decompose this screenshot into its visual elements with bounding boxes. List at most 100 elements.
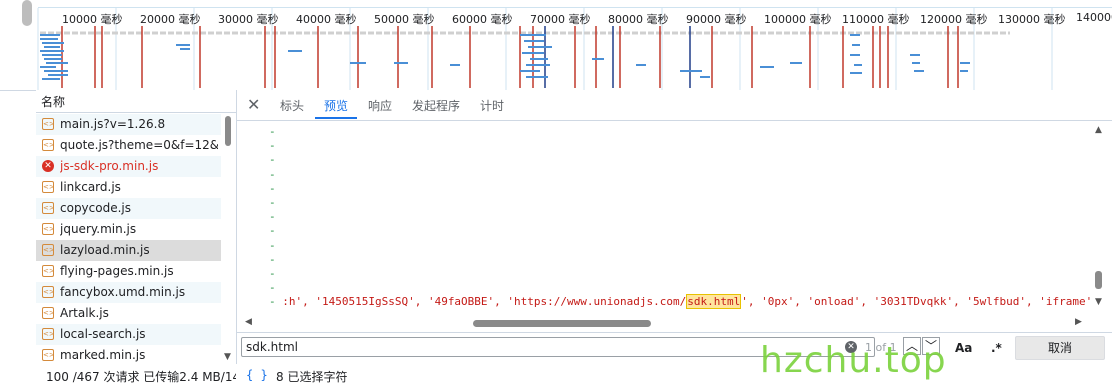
collapsed-line-marker: -	[269, 281, 276, 295]
request-row[interactable]: <> jquery.min.js	[36, 219, 221, 240]
error-icon: ✕	[42, 160, 54, 172]
collapsed-line-marker: -	[269, 252, 276, 266]
collapsed-line-marker: -	[269, 238, 276, 252]
request-row[interactable]: <> marked.min.js	[36, 345, 221, 364]
request-row[interactable]: <> main.js?v=1.26.8	[36, 114, 221, 135]
timeline-request-bar	[760, 66, 774, 68]
collapsed-line-marker: -	[269, 125, 276, 138]
scroll-thumb[interactable]	[225, 116, 231, 146]
scroll-thumb[interactable]	[1095, 271, 1102, 289]
timeline-request-bar	[288, 50, 302, 52]
timeline-request-bar	[40, 50, 64, 52]
page-scrollbar[interactable]	[22, 0, 32, 26]
timeline-request-bar	[350, 62, 366, 64]
timeline-request-bar	[176, 44, 190, 46]
request-row[interactable]: <> lazyload.min.js	[36, 240, 221, 261]
timeline-request-bar	[520, 70, 540, 72]
collapsed-line-marker: -	[269, 139, 276, 153]
preview-horizontal-scrollbar[interactable]: ◀ ▶	[237, 317, 1097, 329]
request-row[interactable]: <> fancybox.umd.min.js	[36, 282, 221, 303]
timeline-request-bar	[44, 70, 68, 72]
tab-initiator[interactable]: 发起程序	[412, 97, 460, 114]
request-row[interactable]: ✕ js-sdk-pro.min.js	[36, 156, 221, 177]
timeline-request-bar	[914, 70, 924, 72]
network-timeline[interactable]: 10000 毫秒 20000 毫秒 30000 毫秒 40000 毫秒 50000 毫秒…	[0, 0, 1112, 91]
name-column-header[interactable]: 名称	[36, 90, 236, 113]
script-file-icon: <>	[42, 349, 55, 361]
timeline-request-bar	[850, 72, 862, 74]
selected-chars: 8 已选择字符	[276, 370, 348, 384]
request-row[interactable]: <> quote.js?theme=0&f=12&d...	[36, 135, 221, 156]
tab-headers[interactable]: 标头	[280, 97, 304, 114]
request-list-scrollbar[interactable]: ▼	[223, 114, 233, 362]
request-row[interactable]: <> linkcard.js	[36, 177, 221, 198]
request-status-bar: 100 /467 次请求 已传输2.4 MB/14.0	[36, 366, 236, 384]
timeline-tick-label: 40000 毫秒	[296, 13, 357, 26]
cancel-button[interactable]: 取消	[1015, 336, 1105, 360]
timeline-request-bar	[180, 48, 190, 50]
timeline-request-bar	[40, 38, 58, 40]
timeline-request-bar	[40, 66, 56, 68]
timeline-tick-label: 90000 毫秒	[686, 13, 747, 26]
script-file-icon: <>	[42, 223, 55, 235]
timeline-request-bar	[850, 34, 860, 36]
timeline-request-bar	[40, 34, 60, 36]
timeline-tick-label: 50000 毫秒	[374, 13, 435, 26]
search-highlight: sdk.html	[686, 294, 742, 309]
request-name: local-search.js	[60, 327, 146, 341]
request-row[interactable]: <> local-search.js	[36, 324, 221, 345]
tab-response[interactable]: 响应	[368, 97, 392, 114]
code-text-before: :h', '1450515IgSsSQ', '49faOBBE', 'https…	[282, 295, 687, 308]
regex-button[interactable]: .*	[991, 341, 1002, 355]
request-row[interactable]: <> Artalk.js	[36, 303, 221, 324]
watermark: hzchu.top	[760, 340, 947, 381]
search-bar: ✕ 1 of 1 ︿ ﹀ Aa .* 取消	[237, 332, 1112, 361]
script-file-icon: <>	[42, 286, 55, 298]
code-line: - :h', '1450515IgSsSQ', '49faOBBE', 'htt…	[269, 294, 1092, 309]
timeline-request-bar	[46, 62, 68, 64]
timeline-request-bar	[700, 76, 710, 78]
timeline-request-bar	[790, 62, 802, 64]
collapsed-line-marker: -	[269, 153, 276, 167]
timeline-request-bar	[530, 58, 548, 60]
timeline-request-bar	[910, 54, 920, 56]
detail-tabs: ✕ 标头 预览 响应 发起程序 计时	[237, 90, 1112, 121]
collapsed-line-marker: -	[269, 210, 276, 224]
active-tab-indicator	[315, 117, 357, 119]
scroll-thumb[interactable]	[473, 320, 651, 327]
script-file-icon: <>	[42, 118, 55, 130]
request-name: main.js?v=1.26.8	[60, 117, 166, 131]
scroll-left-icon[interactable]: ◀	[245, 317, 252, 327]
preview-pane[interactable]: ------------ - :h', '1450515IgSsSQ', '49…	[237, 121, 1107, 317]
request-name: linkcard.js	[60, 180, 121, 194]
collapsed-line-marker: -	[269, 267, 276, 280]
timeline-tick-label: 20000 毫秒	[140, 13, 201, 26]
preview-vertical-scrollbar[interactable]: ▲ ▼	[1092, 121, 1106, 317]
timeline-tick-label: 100000 毫秒	[764, 13, 832, 26]
timeline-tick-label: 120000 毫秒	[920, 13, 988, 26]
script-file-icon: <>	[42, 307, 55, 319]
scroll-down-icon[interactable]: ▼	[1095, 297, 1102, 307]
collapsed-line-marker: -	[269, 196, 276, 209]
pretty-print-icon[interactable]: { }	[246, 368, 268, 382]
timeline-tick-label: 30000 毫秒	[218, 13, 279, 26]
close-icon[interactable]: ✕	[247, 95, 260, 114]
timeline-request-bar	[680, 70, 702, 72]
timeline-request-bar	[526, 76, 548, 78]
scroll-right-icon[interactable]: ▶	[1075, 317, 1082, 327]
timeline-top-border	[38, 7, 1112, 8]
script-file-icon: <>	[42, 139, 55, 151]
timeline-request-bar	[44, 58, 62, 60]
tab-timing[interactable]: 计时	[480, 97, 504, 114]
timeline-request-bar	[960, 70, 968, 72]
scroll-down-icon[interactable]: ▼	[224, 352, 231, 362]
request-row[interactable]: <> copycode.js	[36, 198, 221, 219]
timeline-request-bar	[912, 62, 920, 64]
scroll-up-icon[interactable]: ▲	[1095, 125, 1102, 135]
request-row[interactable]: <> flying-pages.min.js	[36, 261, 221, 282]
match-case-button[interactable]: Aa	[955, 341, 972, 355]
tab-preview[interactable]: 预览	[324, 97, 348, 114]
timeline-request-bar	[48, 74, 68, 76]
timeline-request-bar	[524, 40, 544, 42]
collapsed-line-marker: -	[269, 181, 276, 195]
